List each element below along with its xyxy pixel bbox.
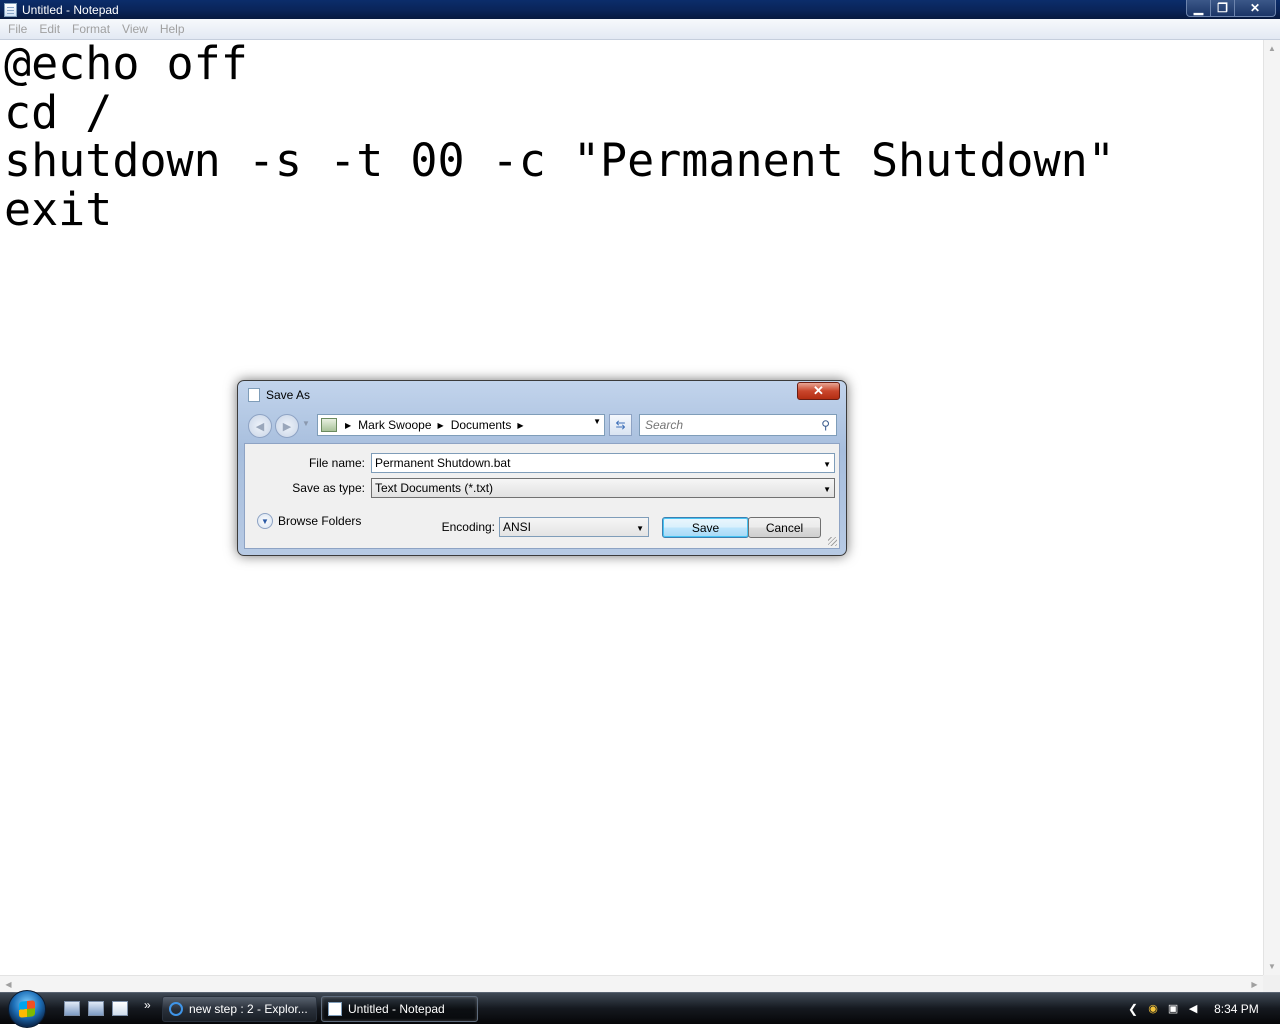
dialog-body: File name: Permanent Shutdown.bat ▼ Save… [244, 443, 840, 549]
taskbar: » new step : 2 - Explor... Untitled - No… [0, 990, 1280, 1028]
search-icon[interactable]: ⚲ [821, 418, 830, 432]
clock[interactable]: 8:34 PM [1214, 1002, 1259, 1016]
breadcrumb-arrow-icon[interactable]: ▶ [517, 421, 523, 430]
title-bar: Untitled - Notepad ▁ ❐ ✕ [0, 0, 1280, 19]
search-box[interactable]: ⚲ [639, 414, 837, 436]
scrollbar-corner [1263, 975, 1280, 992]
breadcrumb-user[interactable]: Mark Swoope [358, 418, 431, 432]
horizontal-scrollbar[interactable]: ◀ ▶ [0, 975, 1263, 992]
menu-bar: File Edit Format View Help [0, 19, 1280, 40]
encoding-value: ANSI [503, 520, 532, 534]
save-as-type-select[interactable]: Text Documents (*.txt) ▼ [371, 478, 835, 498]
menu-view[interactable]: View [116, 22, 154, 36]
resize-grip-icon[interactable] [828, 537, 837, 546]
menu-edit[interactable]: Edit [33, 22, 66, 36]
taskbar-button-label: new step : 2 - Explor... [189, 1002, 308, 1016]
notepad-quicklaunch-icon[interactable] [112, 1001, 128, 1016]
address-dropdown-icon[interactable]: ▼ [593, 417, 601, 426]
folder-icon [321, 418, 337, 432]
taskbar-button-explorer[interactable]: new step : 2 - Explor... [162, 996, 317, 1022]
restore-icon: ❐ [1217, 1, 1228, 15]
breadcrumb-arrow-icon[interactable]: ▶ [345, 421, 351, 430]
vertical-scrollbar[interactable]: ▲ ▼ [1263, 40, 1280, 975]
menu-help[interactable]: Help [154, 22, 191, 36]
breadcrumb-arrow-icon[interactable]: ▶ [438, 421, 444, 430]
encoding-label: Encoding: [441, 520, 495, 534]
menu-file[interactable]: File [2, 22, 33, 36]
show-desktop-icon[interactable] [64, 1001, 80, 1016]
system-tray: ❮ ◉ ▣ ◀ 8:34 PM [1128, 993, 1280, 1024]
internet-explorer-icon [169, 1002, 183, 1016]
scroll-up-icon[interactable]: ▲ [1264, 40, 1280, 57]
cancel-button[interactable]: Cancel [748, 517, 821, 538]
save-button[interactable]: Save [662, 517, 749, 538]
refresh-button[interactable]: ⇆ [609, 414, 632, 436]
expand-chevron-icon: ▼ [257, 513, 273, 529]
editor-text[interactable]: @echo off cd / shutdown -s -t 00 -c "Per… [4, 40, 1259, 234]
search-input[interactable] [640, 415, 810, 435]
file-name-field[interactable]: Permanent Shutdown.bat ▼ [371, 453, 835, 473]
network-icon[interactable]: ▣ [1166, 1002, 1180, 1016]
notepad-icon [248, 388, 260, 402]
quick-launch-more-icon[interactable]: » [144, 998, 151, 1012]
tray-expand-chevron-icon[interactable]: ❮ [1128, 1002, 1138, 1016]
scroll-down-icon[interactable]: ▼ [1264, 958, 1280, 975]
notepad-icon [328, 1002, 342, 1016]
save-as-dialog: Save As ✕ ◀ ▶ ▼ ▶ Mark Swoope ▶ Document… [237, 380, 847, 556]
chevron-down-icon[interactable]: ▼ [636, 524, 644, 533]
close-icon: ✕ [813, 383, 824, 398]
encoding-select[interactable]: ANSI ▼ [499, 517, 649, 537]
forward-button[interactable]: ▶ [275, 414, 299, 438]
save-as-type-value: Text Documents (*.txt) [375, 481, 494, 495]
back-button[interactable]: ◀ [248, 414, 272, 438]
recent-pages-chevron-icon[interactable]: ▼ [302, 419, 310, 428]
close-button[interactable]: ✕ [1234, 0, 1276, 17]
chevron-down-icon[interactable]: ▼ [823, 485, 831, 494]
volume-icon[interactable]: ◀ [1186, 1002, 1200, 1016]
windows-logo-icon [19, 1000, 35, 1018]
switch-windows-icon[interactable] [88, 1001, 104, 1016]
save-as-type-label: Save as type: [292, 481, 365, 495]
address-bar[interactable]: ▶ Mark Swoope ▶ Documents ▶ ▼ [317, 414, 605, 436]
dialog-title: Save As [266, 388, 311, 402]
window-title: Untitled - Notepad [22, 2, 119, 17]
taskbar-button-label: Untitled - Notepad [348, 1002, 445, 1016]
file-name-value[interactable]: Permanent Shutdown.bat [375, 456, 510, 470]
menu-format[interactable]: Format [66, 22, 116, 36]
start-button[interactable] [8, 990, 46, 1028]
restore-button[interactable]: ❐ [1210, 0, 1235, 17]
security-shield-icon[interactable]: ◉ [1146, 1002, 1160, 1016]
scroll-left-icon[interactable]: ◀ [0, 976, 17, 992]
chevron-down-icon[interactable]: ▼ [823, 460, 831, 469]
dialog-close-button[interactable]: ✕ [797, 382, 840, 400]
minimize-button[interactable]: ▁ [1186, 0, 1211, 17]
breadcrumb-documents[interactable]: Documents [451, 418, 512, 432]
minimize-icon: ▁ [1193, 1, 1204, 15]
close-icon: ✕ [1249, 1, 1261, 15]
taskbar-button-notepad[interactable]: Untitled - Notepad [321, 996, 478, 1022]
browse-folders-label: Browse Folders [278, 514, 362, 528]
forward-arrow-icon: ▶ [282, 420, 292, 433]
file-name-label: File name: [308, 456, 365, 470]
scroll-right-icon[interactable]: ▶ [1246, 976, 1263, 992]
notepad-icon [4, 2, 17, 17]
refresh-icon: ⇆ [615, 418, 626, 432]
back-arrow-icon: ◀ [255, 420, 265, 433]
browse-folders-toggle[interactable]: ▼ Browse Folders [257, 513, 361, 529]
